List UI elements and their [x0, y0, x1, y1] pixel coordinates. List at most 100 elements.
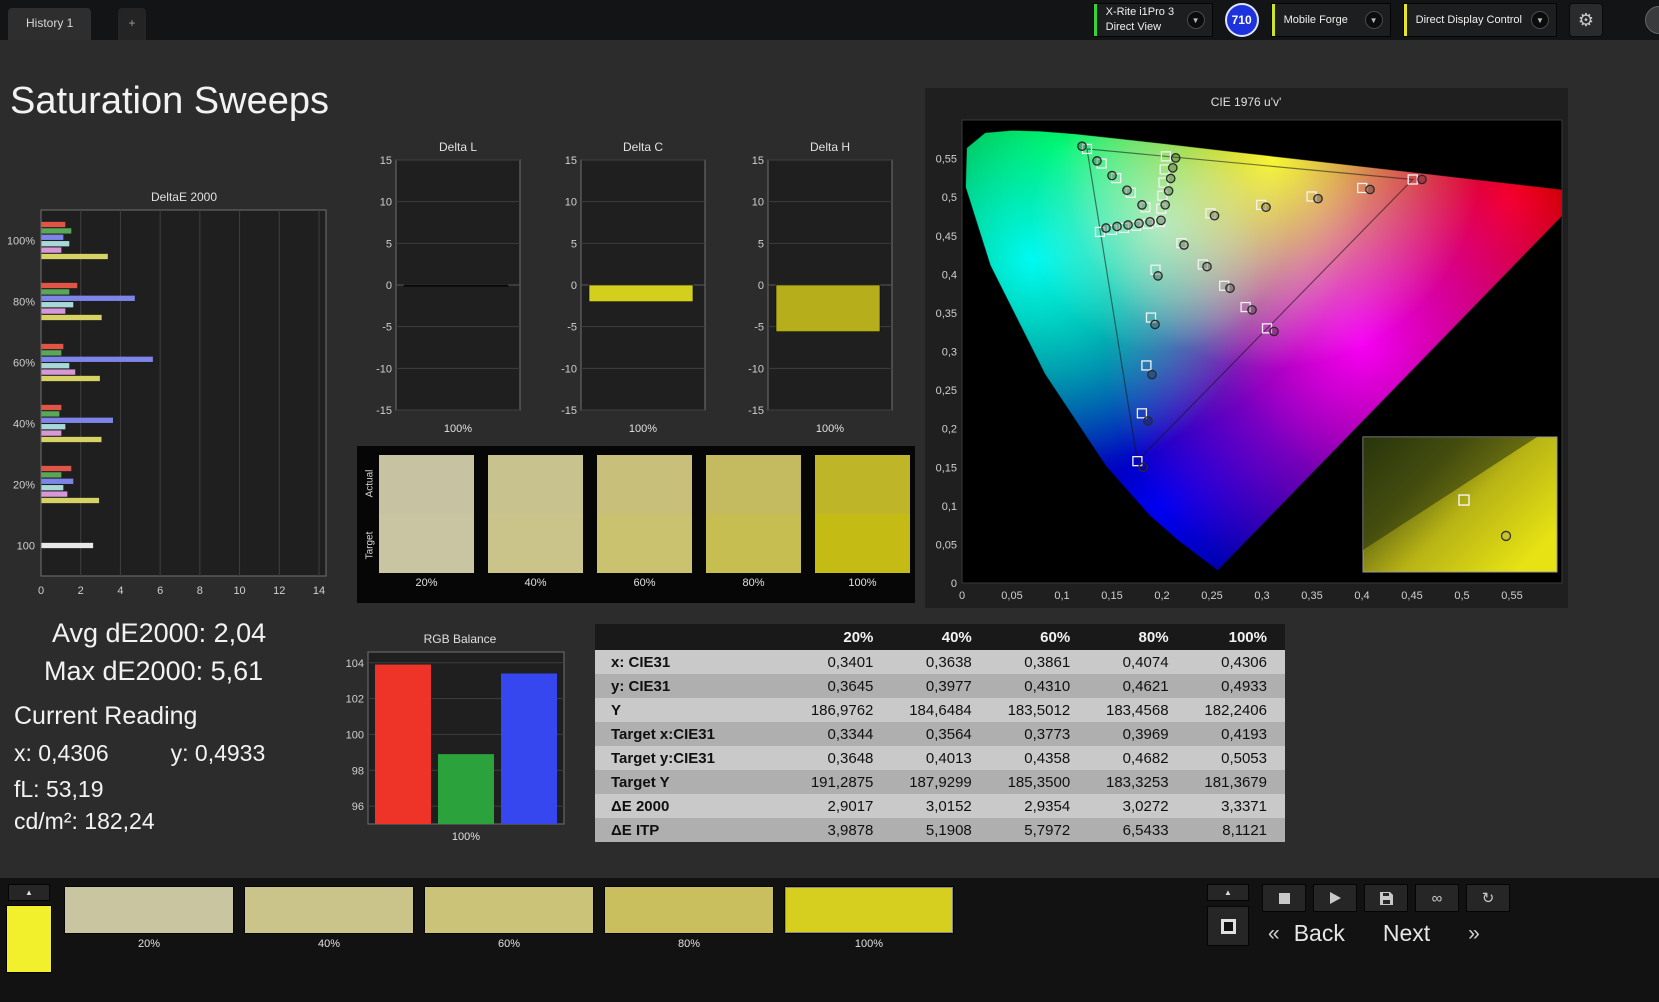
table-row: Y 186,9762 184,6484 183,5012 183,4568 182,240…	[595, 698, 1285, 722]
current-luminance-reading: cd/m²: 182,24	[14, 808, 155, 834]
continuous-read-button[interactable]: ∞	[1415, 884, 1459, 912]
meter-dropdown[interactable]: X-Rite i1Pro 3 Direct View ▼	[1092, 3, 1213, 37]
actual-swatch	[488, 455, 583, 514]
svg-text:6: 6	[157, 585, 163, 597]
svg-text:0,4: 0,4	[1354, 590, 1369, 602]
saturation-swatch-60%[interactable]: 60%	[424, 886, 594, 950]
table-cell: 8,1121	[1186, 818, 1285, 842]
measurement-table: 20% 40% 60% 80% 100% x: CIE31 0,3401 0,3638 0,38…	[595, 624, 1285, 842]
table-cell: 0,3969	[1088, 722, 1187, 746]
delta-bar	[403, 284, 509, 287]
play-button[interactable]	[1313, 884, 1357, 912]
table-row: Target y:CIE31 0,3648 0,4013 0,4358 0,4682 0,…	[595, 746, 1285, 770]
svg-text:10: 10	[380, 197, 392, 209]
next-button[interactable]: Next	[1383, 920, 1430, 947]
cie-measured-point	[1261, 202, 1271, 213]
deltae-bar-magenta	[41, 247, 62, 253]
delta-h-chart: Delta H 15 10 5 0 -5 -10 -15 100%	[740, 138, 900, 438]
svg-text:20%: 20%	[13, 480, 35, 492]
cie-measured-point	[1147, 369, 1157, 380]
saturation-swatch-40%[interactable]: 40%	[244, 886, 414, 950]
deltae-bar-yellow	[41, 253, 108, 260]
table-cell: 187,9299	[891, 770, 990, 794]
table-cell: 0,3638	[891, 650, 990, 674]
table-cell: 183,4568	[1088, 698, 1187, 722]
row-label: Target y:CIE31	[595, 746, 793, 770]
settings-gear-button[interactable]: ⚙	[1569, 3, 1603, 37]
partial-round-button[interactable]	[1645, 6, 1659, 34]
deltae-bar-magenta	[41, 430, 62, 436]
save-button[interactable]	[1364, 884, 1408, 912]
svg-text:0: 0	[386, 280, 392, 292]
cie-measured-point	[1112, 221, 1122, 232]
row-label: Target Y	[595, 770, 793, 794]
svg-text:-10: -10	[748, 363, 764, 375]
saturation-swatch-20%[interactable]: 20%	[64, 886, 234, 950]
bottom-bar: ▲ 20% 40% 60% 80% 100% ▲ ∞ ↻ « Back Next…	[0, 878, 1659, 1002]
tab-history-1[interactable]: History 1	[8, 8, 92, 40]
svg-text:0,25: 0,25	[936, 385, 957, 397]
row-label: y: CIE31	[595, 674, 793, 698]
back-button[interactable]: « Back	[1268, 920, 1345, 947]
display-control-dropdown[interactable]: Direct Display Control ▼	[1402, 3, 1557, 37]
svg-text:Delta H: Delta H	[810, 140, 850, 154]
table-cell: 185,3500	[989, 770, 1089, 794]
svg-text:5: 5	[386, 238, 392, 250]
svg-text:5: 5	[758, 238, 764, 250]
svg-text:15: 15	[380, 155, 392, 167]
saturation-swatch-80%[interactable]: 80%	[604, 886, 774, 950]
cie-measured-point	[1107, 170, 1117, 181]
chevrons-left-icon: «	[1268, 921, 1280, 945]
current-color-swatch[interactable]	[6, 905, 52, 973]
deltae-bar-yellow	[41, 375, 100, 382]
deltae-bar-blue	[41, 417, 113, 423]
table-cell: 181,3679	[1186, 770, 1285, 794]
target-swatch	[815, 514, 910, 573]
svg-text:100%: 100%	[452, 831, 480, 843]
saturation-swatch-100%[interactable]: 100%	[784, 886, 954, 950]
svg-text:0,1: 0,1	[942, 501, 957, 513]
svg-text:0,5: 0,5	[942, 192, 957, 204]
table-cell: 183,5012	[989, 698, 1089, 722]
stop-button[interactable]	[1262, 884, 1306, 912]
meter-status-accent	[1093, 4, 1097, 36]
svg-text:0,2: 0,2	[942, 424, 957, 436]
refresh-button[interactable]: ↻	[1466, 884, 1510, 912]
controls-collapse-button[interactable]: ▲	[1207, 884, 1249, 901]
next-label: Next	[1382, 920, 1431, 946]
table-cell: 3,0272	[1088, 794, 1187, 818]
chevron-down-icon[interactable]: ▼	[1364, 11, 1383, 29]
swatch-label: 60%	[633, 577, 656, 589]
svg-text:-15: -15	[376, 405, 392, 417]
svg-text:100: 100	[346, 729, 364, 741]
rgb-bar-red	[375, 664, 431, 824]
cie-measured-point	[1143, 416, 1153, 426]
palette-collapse-button[interactable]: ▲	[8, 884, 50, 901]
svg-text:-5: -5	[754, 322, 764, 334]
new-tab-button[interactable]: +	[118, 8, 146, 40]
swatch-label: 20%	[137, 938, 161, 950]
inset-measured-point	[1500, 530, 1512, 542]
avg-de2000-reading: Avg dE2000: 2,04	[52, 618, 267, 648]
deltae-bar-cyan	[41, 302, 74, 308]
table-cell: 5,1908	[891, 818, 990, 842]
chevron-down-icon[interactable]: ▼	[1186, 11, 1205, 29]
meter-count-badge[interactable]: 710	[1224, 3, 1259, 37]
forward-page-button[interactable]: »	[1468, 922, 1480, 946]
svg-text:14: 14	[313, 585, 325, 597]
svg-text:2: 2	[78, 585, 84, 597]
layout-window-button[interactable]	[1207, 906, 1249, 946]
row-label: ΔE 2000	[595, 794, 793, 818]
svg-text:15: 15	[752, 155, 764, 167]
cie-measured-point	[1134, 218, 1144, 229]
deltae-bar-blue	[41, 295, 135, 301]
table-cell: 0,4013	[891, 746, 990, 770]
source-dropdown[interactable]: Mobile Forge ▼	[1270, 3, 1391, 37]
cie-measured-point	[1150, 319, 1160, 330]
table-row: x: CIE31 0,3401 0,3638 0,3861 0,4074 0,4306	[595, 650, 1285, 674]
tab-label: History 1	[26, 16, 74, 30]
chevron-down-icon[interactable]: ▼	[1531, 11, 1549, 29]
svg-text:0,2: 0,2	[1154, 590, 1169, 602]
cie-measured-point	[1209, 210, 1220, 221]
deltae-bar-yellow	[41, 314, 102, 321]
